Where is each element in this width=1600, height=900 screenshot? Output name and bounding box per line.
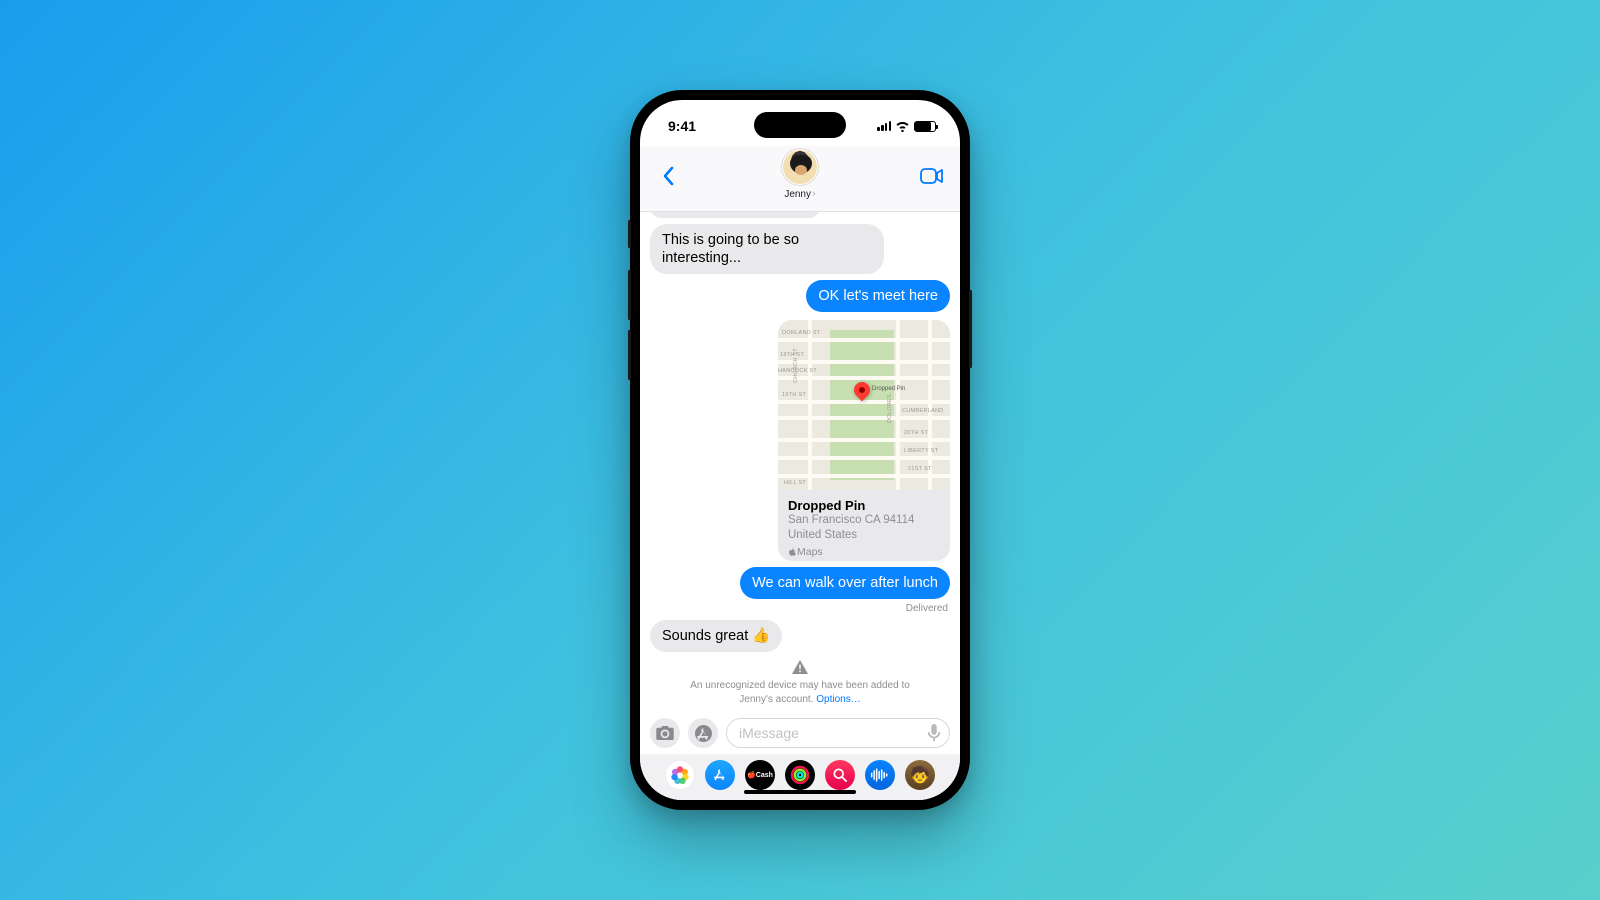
map-source-app: Maps [788, 546, 940, 558]
incoming-bubble[interactable]: This is going to be so interesting... [650, 224, 884, 274]
camera-button[interactable] [650, 718, 680, 748]
wifi-icon [895, 121, 910, 132]
street-label: LIBERTY ST [904, 448, 938, 454]
incoming-bubble[interactable]: Sounds great 👍 [650, 620, 782, 652]
apps-button[interactable] [688, 718, 718, 748]
street-label: DOLORES [887, 394, 893, 423]
music-app[interactable] [825, 760, 855, 790]
phone-frame: 9:41 Jenny› This [630, 90, 970, 810]
memoji-icon: 🧒 [910, 765, 930, 785]
incoming-bubble-clipped[interactable] [650, 212, 820, 218]
map-preview: DORLAND ST 18TH ST HANCOCK ST 19TH ST CU… [778, 320, 950, 490]
camera-icon [656, 726, 674, 740]
street-label: DORLAND ST [782, 330, 820, 336]
compose-row: iMessage [640, 714, 960, 754]
contact-name-label: Jenny› [784, 188, 815, 200]
volume-up-button[interactable] [628, 270, 631, 320]
fitness-app[interactable] [785, 760, 815, 790]
security-warning: An unrecognized device may have been add… [650, 658, 950, 710]
warning-icon [792, 660, 808, 674]
facetime-button[interactable] [918, 162, 946, 190]
conversation-header: Jenny› [640, 146, 960, 212]
memoji-app[interactable]: 🧒 [905, 760, 935, 790]
audio-app[interactable] [865, 760, 895, 790]
street-label: 20TH ST [904, 430, 928, 436]
battery-icon [914, 121, 936, 132]
delivered-receipt: Delivered [650, 603, 950, 614]
street-label: HILL ST [784, 480, 806, 486]
street-label: 21ST ST [908, 466, 932, 472]
mute-switch[interactable] [628, 220, 631, 248]
map-title: Dropped Pin [788, 498, 940, 513]
chevron-right-icon: › [812, 188, 816, 200]
back-button[interactable] [654, 162, 682, 190]
apple-cash-app[interactable]: 🍎Cash [745, 760, 775, 790]
dynamic-island [754, 112, 846, 138]
app-store-icon [695, 725, 712, 742]
chevron-left-icon [661, 166, 675, 186]
contact-avatar [781, 148, 819, 186]
phone-screen: 9:41 Jenny› This [640, 100, 960, 800]
outgoing-bubble[interactable]: OK let's meet here [806, 280, 950, 312]
message-thread[interactable]: This is going to be so interesting... OK… [640, 212, 960, 714]
street-label: CHURCH ST [793, 348, 799, 383]
activity-rings-icon [790, 765, 810, 785]
contact-info-button[interactable]: Jenny› [781, 148, 819, 200]
message-input[interactable]: iMessage [726, 718, 950, 748]
cash-label: Cash [756, 772, 773, 779]
message-placeholder: iMessage [739, 725, 799, 741]
map-address-line2: United States [788, 528, 940, 543]
photos-icon [671, 766, 689, 784]
warning-text: An unrecognized device may have been add… [690, 680, 910, 705]
apple-logo-icon [788, 548, 796, 556]
map-pin-label: Dropped Pin [872, 386, 905, 392]
street-label: 19TH ST [782, 392, 806, 398]
street-label: CUMBERLAND [902, 408, 944, 414]
search-icon [833, 768, 847, 782]
outgoing-bubble[interactable]: We can walk over after lunch [740, 567, 950, 599]
map-attachment[interactable]: DORLAND ST 18TH ST HANCOCK ST 19TH ST CU… [778, 320, 950, 560]
dictation-icon [927, 724, 941, 742]
photos-app[interactable] [665, 760, 695, 790]
waveform-icon [870, 768, 890, 782]
status-time: 9:41 [668, 118, 696, 134]
appstore-imessage-app[interactable] [705, 760, 735, 790]
cellular-icon [877, 121, 891, 131]
appstore-icon [712, 767, 728, 783]
map-address-line1: San Francisco CA 94114 [788, 513, 940, 528]
home-indicator[interactable] [744, 790, 856, 794]
video-icon [920, 168, 944, 184]
warning-options-link[interactable]: Options… [816, 694, 860, 705]
apple-logo-icon: 🍎 [747, 771, 756, 779]
volume-down-button[interactable] [628, 330, 631, 380]
power-button[interactable] [969, 290, 972, 368]
